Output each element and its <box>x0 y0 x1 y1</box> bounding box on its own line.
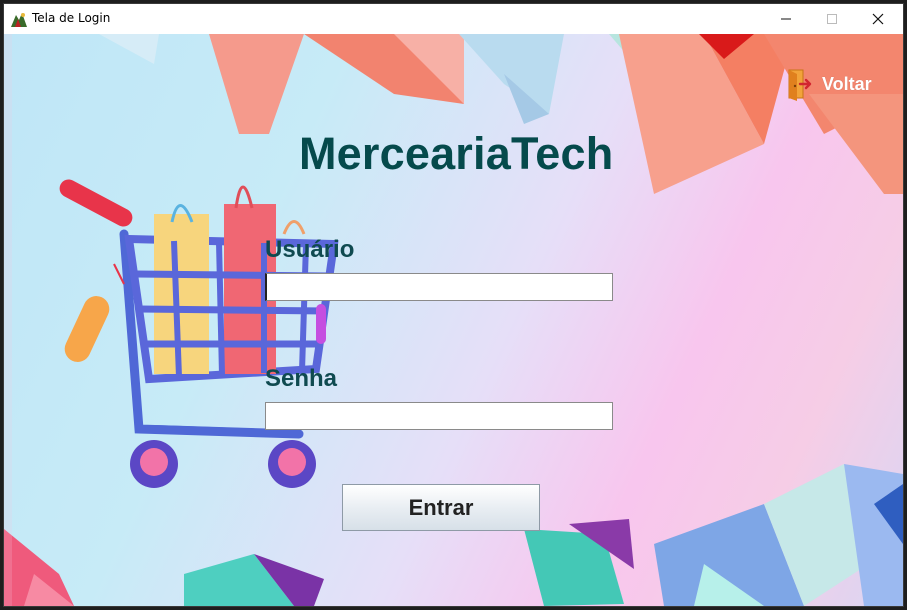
app-icon <box>11 13 27 27</box>
login-window: Tela de Login Voltar MerceariaTech Usuár… <box>3 3 904 607</box>
window-title: Tela de Login <box>32 11 111 25</box>
maximize-icon <box>827 14 837 24</box>
minimize-icon <box>781 18 791 20</box>
password-label: Senha <box>265 365 338 392</box>
login-panel: Voltar MerceariaTech Usuário Senha Entra… <box>4 34 903 606</box>
page-title: MerceariaTech <box>299 128 614 179</box>
maximize-button[interactable] <box>809 4 855 34</box>
back-button-label: Voltar <box>822 73 872 94</box>
close-icon <box>872 13 884 25</box>
password-input[interactable] <box>265 402 613 430</box>
shopping-cart-icon <box>59 179 339 488</box>
username-input[interactable] <box>265 273 613 301</box>
title-bar: Tela de Login <box>4 4 903 34</box>
exit-door-icon <box>788 69 812 101</box>
login-button[interactable]: Entrar <box>342 484 540 531</box>
username-label: Usuário <box>265 236 355 263</box>
close-button[interactable] <box>855 4 901 34</box>
minimize-button[interactable] <box>763 4 809 34</box>
back-button[interactable]: Voltar <box>784 67 872 101</box>
